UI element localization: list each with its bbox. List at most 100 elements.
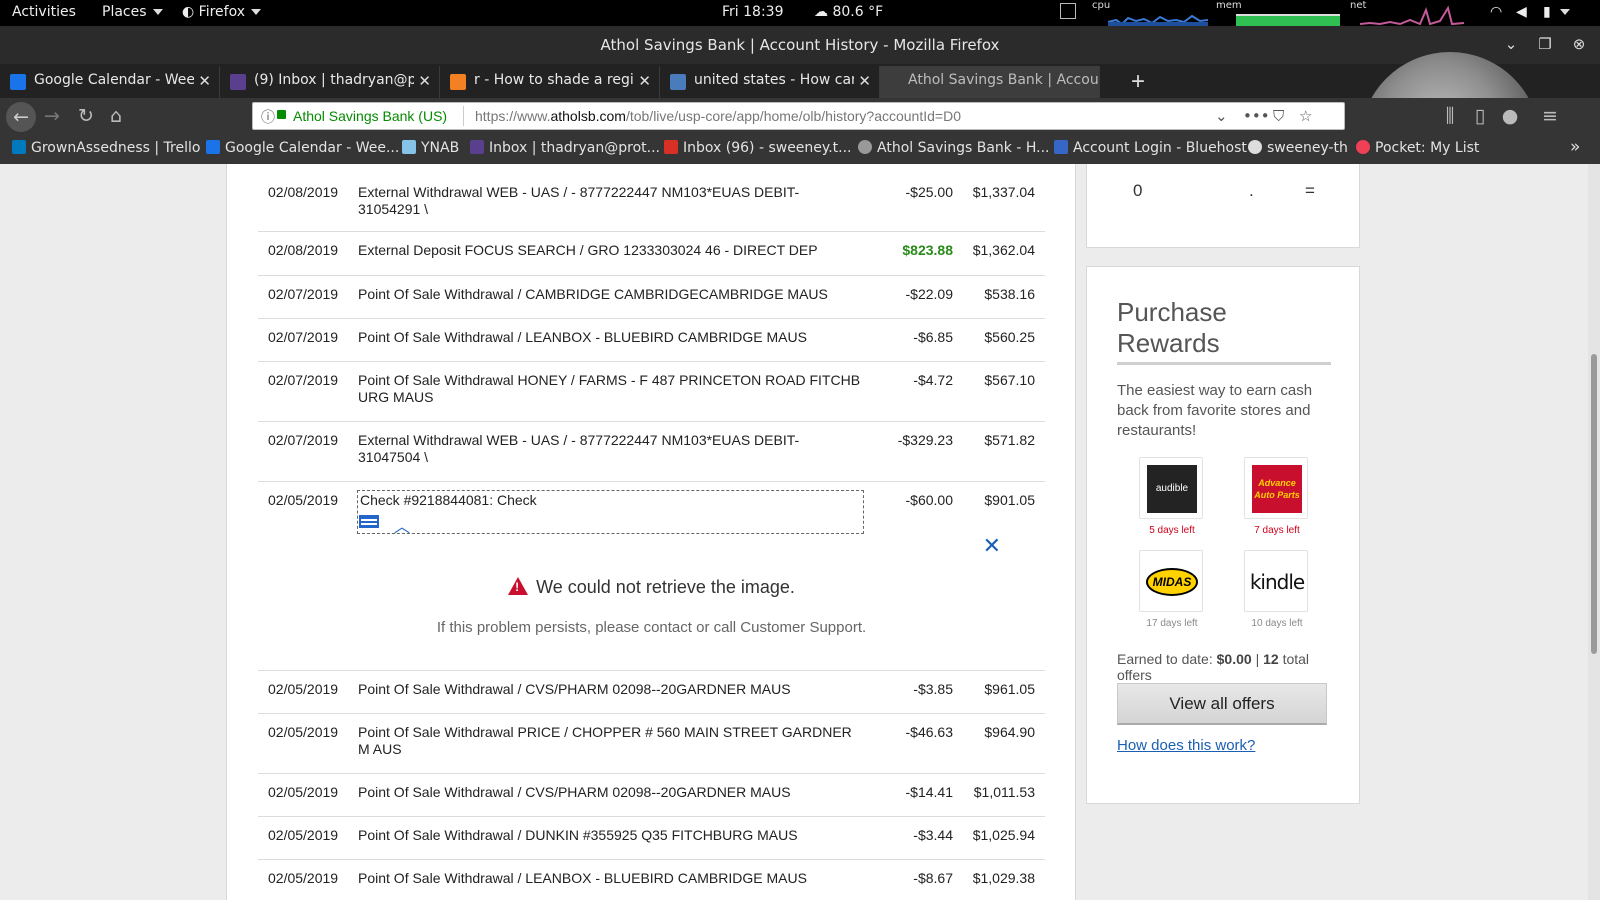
scrollbar-thumb[interactable] [1591,354,1597,654]
tab-inbox[interactable]: (9) Inbox | thadryan@pro ✕ [220,66,440,98]
bookmark-item[interactable]: sweeney-th [1248,140,1348,156]
url-bar[interactable]: ⓘ Athol Savings Bank (US) https://www.at… [252,102,1345,130]
app-menu[interactable]: ◐ Firefox [182,4,262,20]
dropdown-chevron-icon[interactable]: ⌄ [1215,107,1228,125]
hamburger-menu-icon[interactable]: ≡ [1538,104,1562,128]
calendar-icon [206,140,220,154]
back-arrow-icon[interactable]: ← [6,102,36,132]
tab-close-icon[interactable]: ✕ [634,72,651,90]
places-menu[interactable]: Places [102,4,163,20]
bookmark-item[interactable]: Inbox (96) - sweeney.t... [664,140,852,156]
txn-date: 02/05/2019 [268,681,339,697]
txn-description: Point Of Sale Withdrawal / CVS/PHARM 020… [358,681,791,697]
minimize-icon[interactable]: ⌄ [1502,36,1520,54]
firefox-small-icon: ◐ [182,4,199,20]
check-image-icon[interactable] [359,515,379,528]
library-icon[interactable]: ⫼ [1438,104,1462,128]
bookmark-label: YNAB [421,140,460,156]
globe-icon [858,140,872,154]
clock[interactable]: Fri 18:39 [722,4,783,20]
view-all-offers-button[interactable]: View all offers [1117,683,1327,725]
new-tab-icon[interactable]: + [1131,68,1145,96]
page-actions-icon[interactable]: ••• [1243,107,1270,125]
tab-travel-stackexchange[interactable]: united states - How can I ✕ [660,66,880,98]
bookmark-item[interactable]: Pocket: My List [1356,140,1479,156]
how-does-this-work-link[interactable]: How does this work? [1117,737,1255,754]
table-row[interactable]: 02/07/2019 Point Of Sale Withdrawal / CA… [258,276,1045,319]
table-row[interactable]: 02/05/2019 Point Of Sale Withdrawal / CV… [258,671,1045,714]
activities-button[interactable]: Activities [12,4,76,20]
calc-key-zero[interactable]: 0 [1133,181,1142,201]
reload-icon[interactable]: ↻ [74,104,98,128]
table-row[interactable]: 02/07/2019 External Withdrawal WEB - UAS… [258,422,1045,482]
kindle-logo-mark: kindle [1249,570,1305,594]
sidebar-icon[interactable]: ▯ [1468,104,1492,128]
table-row[interactable]: 02/07/2019 Point Of Sale Withdrawal HONE… [258,362,1045,422]
txn-balance: $1,362.04 [972,242,1035,258]
weather-widget[interactable]: ☁ 80.6 °F [814,4,883,20]
check-detail-toggle[interactable]: Check #9218844081: Check ︿ [357,490,864,536]
lock-icon [277,110,286,119]
tab-google-calendar[interactable]: Google Calendar - Week ✕ [0,66,220,98]
txn-amount: -$3.44 [913,827,953,843]
forward-arrow-icon[interactable]: → [40,104,64,128]
bluehost-icon [1054,140,1068,154]
home-icon[interactable]: ⌂ [104,104,128,128]
system-menu-chevron-icon[interactable] [1560,9,1570,15]
table-row[interactable]: 02/05/2019 Point Of Sale Withdrawal / DU… [258,817,1045,860]
tab-close-icon[interactable]: ✕ [194,72,211,90]
battery-icon[interactable]: ▮ [1543,4,1551,20]
bookmark-item[interactable]: Google Calendar - Wee... [206,140,399,156]
offer-kindle[interactable]: kindle 10 days left [1244,550,1310,629]
txn-balance: $964.90 [984,724,1035,740]
bookmark-item[interactable]: YNAB [402,140,459,156]
more-bookmarks-chevron-icon[interactable]: » [1570,137,1580,157]
chevron-down-icon [251,9,262,15]
table-row[interactable]: 02/05/2019 Point Of Sale Withdrawal / CV… [258,774,1045,817]
txn-description: Point Of Sale Withdrawal / CAMBRIDGE CAM… [358,286,828,302]
offer-days-left: 5 days left [1149,525,1195,536]
maximize-icon[interactable]: ❐ [1536,36,1554,54]
tab-athol-savings-bank[interactable]: Athol Savings Bank | Accoun [880,66,1100,98]
protonmail-icon [470,140,484,154]
wifi-icon[interactable]: ◠ [1490,4,1502,20]
close-window-icon[interactable]: ⊗ [1570,36,1588,54]
txn-balance: $571.82 [984,432,1035,448]
info-icon[interactable]: ⓘ [261,107,275,127]
offer-midas[interactable]: MIDAS 17 days left [1139,550,1205,629]
table-row[interactable]: 02/08/2019 External Deposit FOCUS SEARCH… [258,232,1045,276]
volume-icon[interactable]: ◀ [1516,4,1527,20]
calc-key-dot[interactable]: . [1249,181,1254,201]
calc-key-equals[interactable]: = [1305,181,1315,201]
txn-amount: -$4.72 [913,372,953,388]
offer-audible[interactable]: audible 5 days left [1139,457,1205,536]
midas-logo-mark: MIDAS [1146,568,1198,596]
page-scrollbar[interactable] [1588,164,1600,900]
table-row[interactable]: 02/05/2019 Point Of Sale Withdrawal / LE… [258,860,1045,900]
window-title-bar: Athol Savings Bank | Account History - M… [0,26,1600,64]
table-row[interactable]: 02/07/2019 Point Of Sale Withdrawal / LE… [258,319,1045,362]
url-separator [463,106,464,126]
table-row[interactable]: 02/08/2019 External Withdrawal WEB - UAS… [258,164,1045,232]
bookmark-item[interactable]: Athol Savings Bank - H... [858,140,1050,156]
table-row[interactable]: 02/05/2019 Point Of Sale Withdrawal PRIC… [258,714,1045,774]
close-icon[interactable]: ✕ [983,534,1001,559]
tab-bar: Google Calendar - Week ✕ (9) Inbox | tha… [0,64,1600,98]
bookmark-item[interactable]: Inbox | thadryan@prot... [470,140,660,156]
tab-stackoverflow[interactable]: r - How to shade a region ✕ [440,66,660,98]
monitor-icon[interactable] [1060,3,1076,19]
tab-close-icon[interactable]: ✕ [854,72,871,90]
bookmark-star-icon[interactable]: ☆ [1299,107,1312,125]
table-row-check[interactable]: 02/05/2019 Check #9218844081: Check ︿ -$… [258,482,1045,542]
bookmark-item[interactable]: GrownAssedness | Trello [12,140,200,156]
cpu-graph [1108,14,1208,26]
bookmark-item[interactable]: Account Login - Bluehost [1054,140,1247,156]
txn-amount: -$6.85 [913,329,953,345]
pocket-icon[interactable]: ⛉ [1273,107,1284,125]
offer-advance-auto-parts[interactable]: Advance Auto Parts 7 days left [1244,457,1310,536]
account-icon[interactable]: ● [1498,104,1522,128]
url-text[interactable]: https://www.atholsb.com/tob/live/usp-cor… [475,108,961,124]
site-identity[interactable]: Athol Savings Bank (US) [293,108,447,124]
tab-close-icon[interactable]: ✕ [414,72,431,90]
advance-auto-logo: Advance Auto Parts [1244,457,1308,519]
